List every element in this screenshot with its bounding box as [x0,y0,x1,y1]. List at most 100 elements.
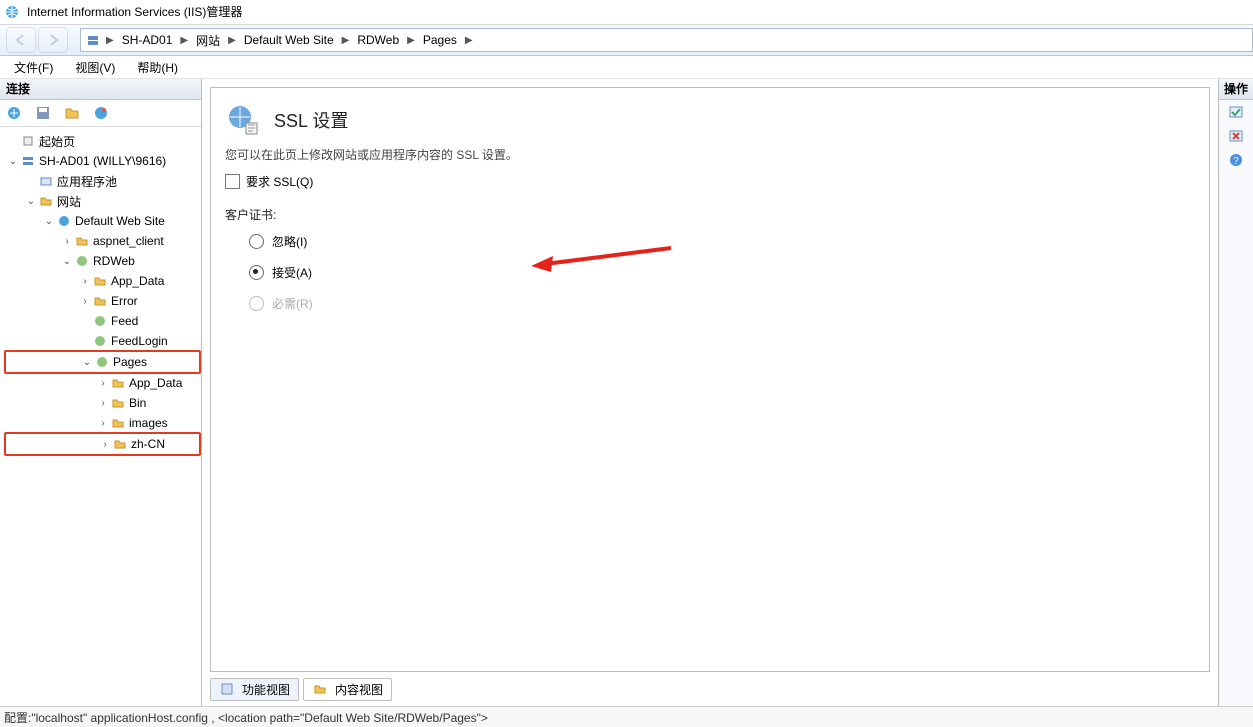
tree-default-site[interactable]: ⌄ Default Web Site [4,211,201,231]
actions-pane: 操作 ? [1218,79,1253,706]
tree-server[interactable]: ⌄ SH-AD01 (WILLY\9616) [4,151,201,171]
feature-canvas: SSL 设置 您可以在此页上修改网站或应用程序内容的 SSL 设置。 要求 SS… [210,87,1210,672]
home-icon [20,133,36,149]
pool-icon [38,173,54,189]
collapse-icon[interactable]: ⌄ [6,156,20,167]
require-ssl-checkbox[interactable]: 要求 SSL(Q) [225,173,1195,190]
window-title: Internet Information Services (IIS)管理器 [27,0,242,24]
tree-pages-highlighted[interactable]: ⌄ Pages [4,350,201,374]
chevron-right-icon: ▶ [178,35,190,46]
breadcrumb-item[interactable]: Default Web Site [238,29,340,51]
radio-require-disabled: 必需(R) [249,295,1195,312]
forward-button[interactable] [38,27,68,53]
radio-accept[interactable]: 接受(A) [249,264,1195,281]
chevron-right-icon: ▶ [104,35,116,46]
tab-features-view[interactable]: 功能视图 [210,678,299,701]
back-button[interactable] [6,27,36,53]
breadcrumb-item[interactable]: RDWeb [351,29,405,51]
expand-icon[interactable]: › [78,296,92,307]
folder-icon [74,233,90,249]
navbar: ▶ SH-AD01 ▶ 网站 ▶ Default Web Site ▶ RDWe… [0,25,1253,56]
action-cancel[interactable] [1219,124,1253,148]
tree-pages-appdata[interactable]: › App_Data [4,373,201,393]
connect-icon[interactable] [6,105,22,121]
features-icon [219,681,235,697]
tree-appdata[interactable]: › App_Data [4,271,201,291]
menu-file[interactable]: 文件(F) [10,57,57,78]
expand-icon[interactable]: › [60,236,74,247]
tree-zhcn-highlighted[interactable]: › zh-CN [4,432,201,456]
server-icon [20,153,36,169]
folder-icon [110,395,126,411]
connections-toolbar [0,100,201,127]
tree-images[interactable]: › images [4,413,201,433]
server-icon [85,32,101,48]
checkbox-icon [225,174,240,189]
tree-bin[interactable]: › Bin [4,393,201,413]
expand-icon[interactable]: › [96,418,110,429]
collapse-icon[interactable]: ⌄ [24,196,38,207]
tree-start-page[interactable]: 起始页 [4,131,201,151]
menu-view[interactable]: 视图(V) [71,57,119,78]
collapse-icon[interactable]: ⌄ [80,357,94,368]
folder-icon [110,415,126,431]
client-cert-label: 客户证书: [225,206,1195,223]
menubar: 文件(F) 视图(V) 帮助(H) [0,56,1253,79]
page-title: SSL 设置 [274,107,348,133]
expand-icon[interactable]: › [96,378,110,389]
folder-icon [92,293,108,309]
connections-pane: 连接 起始页 ⌄ SH-AD01 (WILLY\9616) 应用程序池 ⌄ [0,79,202,706]
tree-feedlogin[interactable]: FeedLogin [4,331,201,351]
actions-header: 操作 [1219,79,1253,100]
connections-tree[interactable]: 起始页 ⌄ SH-AD01 (WILLY\9616) 应用程序池 ⌄ 网站 ⌄ … [0,127,201,706]
chevron-right-icon: ▶ [340,35,352,46]
view-tabs: 功能视图 内容视图 [210,676,1210,702]
chevron-right-icon: ▶ [226,35,238,46]
page-description: 您可以在此页上修改网站或应用程序内容的 SSL 设置。 [225,146,1195,163]
app-icon [94,354,110,370]
connections-header: 连接 [0,79,201,100]
save-icon[interactable] [35,105,51,121]
chevron-right-icon: ▶ [405,35,417,46]
feature-pane: SSL 设置 您可以在此页上修改网站或应用程序内容的 SSL 设置。 要求 SS… [202,79,1218,706]
folder-icon [92,273,108,289]
iis-icon [4,4,20,20]
window-titlebar: Internet Information Services (IIS)管理器 [0,0,1253,25]
expand-icon[interactable]: › [96,398,110,409]
expand-icon[interactable]: › [78,276,92,287]
folder-icon [38,193,54,209]
radio-ignore[interactable]: 忽略(I) [249,233,1195,250]
radio-icon-disabled [249,296,264,311]
tree-aspnet-client[interactable]: › aspnet_client [4,231,201,251]
tree-sites[interactable]: ⌄ 网站 [4,191,201,211]
tree-feed[interactable]: Feed [4,311,201,331]
content-icon [312,681,328,697]
require-ssl-label: 要求 SSL(Q) [246,173,313,190]
open-folder-icon[interactable] [64,105,80,121]
expand-icon[interactable]: › [98,439,112,450]
collapse-icon[interactable]: ⌄ [42,216,56,227]
action-apply[interactable] [1219,100,1253,124]
refresh-icon[interactable] [93,105,109,121]
menu-help[interactable]: 帮助(H) [133,57,182,78]
breadcrumb-item[interactable]: 网站 [190,29,226,51]
radio-icon [249,234,264,249]
breadcrumb-item[interactable]: SH-AD01 [116,29,179,51]
breadcrumb[interactable]: ▶ SH-AD01 ▶ 网站 ▶ Default Web Site ▶ RDWe… [80,28,1253,52]
app-icon [74,253,90,269]
globe-icon [56,213,72,229]
radio-icon-selected [249,265,264,280]
svg-text:?: ? [1233,156,1239,167]
collapse-icon[interactable]: ⌄ [60,256,74,267]
tab-content-view[interactable]: 内容视图 [303,678,392,701]
tree-error[interactable]: › Error [4,291,201,311]
tree-rdweb[interactable]: ⌄ RDWeb [4,251,201,271]
folder-icon [112,436,128,452]
chevron-right-icon: ▶ [463,35,475,46]
breadcrumb-item[interactable]: Pages [417,29,463,51]
action-help[interactable]: ? [1219,148,1253,172]
tree-app-pools[interactable]: 应用程序池 [4,171,201,191]
app-icon [92,333,108,349]
folder-icon [110,375,126,391]
status-bar: 配置:"localhost" applicationHost.config , … [0,706,1253,727]
